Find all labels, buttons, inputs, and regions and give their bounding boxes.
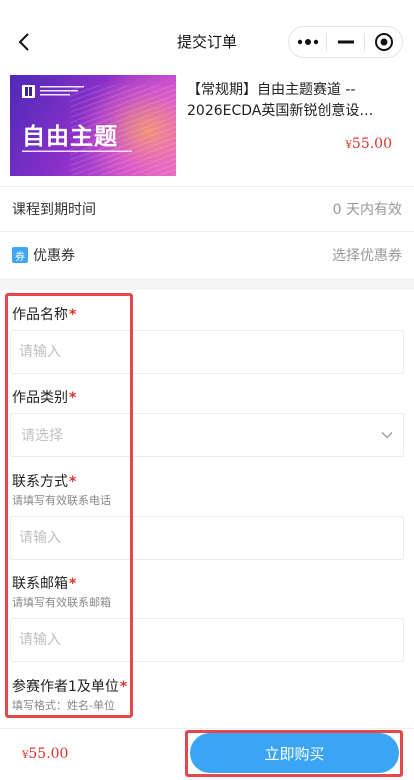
email-input[interactable] — [10, 618, 404, 662]
logo-icon — [22, 85, 35, 98]
product-thumbnail: 自由主题 — [10, 75, 176, 176]
chevron-down-icon — [381, 432, 393, 439]
section-gap — [0, 278, 414, 290]
product-price: ¥55.00 — [346, 136, 392, 152]
expiry-value: 0 天内有效 — [332, 202, 402, 218]
close-button[interactable] — [365, 27, 402, 57]
bottom-action-bar: ¥55.00 立即购买 — [0, 728, 414, 780]
thumbnail-title: 自由主题 — [22, 124, 118, 150]
work-name-label: 作品名称* — [12, 307, 77, 323]
target-close-icon — [374, 33, 393, 51]
more-button[interactable] — [289, 27, 326, 57]
total-price-value: 55.00 — [28, 746, 69, 762]
back-button[interactable] — [10, 28, 38, 56]
contact-phone-input[interactable] — [10, 516, 404, 560]
coupon-row[interactable]: 券 优惠券 选择优惠券 — [0, 233, 414, 277]
mini-program-capsule — [288, 26, 403, 58]
chevron-left-icon — [18, 33, 29, 51]
price-value: 55.00 — [351, 136, 392, 152]
email-label: 联系邮箱* — [12, 576, 77, 592]
work-name-input[interactable] — [10, 330, 404, 374]
coupon-label: 优惠券 — [33, 248, 75, 264]
author-hint: 填写格式：姓名-单位 — [12, 699, 115, 712]
thumbnail-subtitle — [22, 149, 132, 156]
select-coupon-link[interactable]: 选择优惠券 — [332, 245, 402, 265]
more-dots-icon — [297, 39, 318, 45]
product-card: 自由主题 【常规期】自由主题赛道 -- 2026ECDA英国新锐创意设… ¥55… — [0, 70, 414, 186]
coupon-icon: 券 — [12, 247, 28, 263]
author-label: 参赛作者1及单位* — [12, 679, 128, 695]
minimize-icon — [337, 40, 354, 44]
select-placeholder: 请选择 — [21, 428, 63, 444]
product-name: 【常规期】自由主题赛道 -- 2026ECDA英国新锐创意设… — [187, 82, 374, 119]
contact-label: 联系方式* — [12, 474, 77, 490]
email-hint: 请填写有效联系邮箱 — [12, 596, 111, 609]
buy-now-button[interactable]: 立即购买 — [190, 733, 399, 773]
work-category-select[interactable]: 请选择 — [10, 413, 404, 457]
total-price: ¥55.00 — [22, 746, 68, 762]
divider — [0, 231, 414, 232]
minimize-button[interactable] — [327, 27, 364, 57]
contact-hint: 请填写有效联系电话 — [12, 494, 111, 507]
expiry-row: 课程到期时间 0 天内有效 — [0, 187, 414, 231]
work-category-label: 作品类别* — [12, 390, 77, 406]
thumbnail-logo-text — [40, 85, 90, 100]
expiry-label: 课程到期时间 — [12, 202, 96, 218]
